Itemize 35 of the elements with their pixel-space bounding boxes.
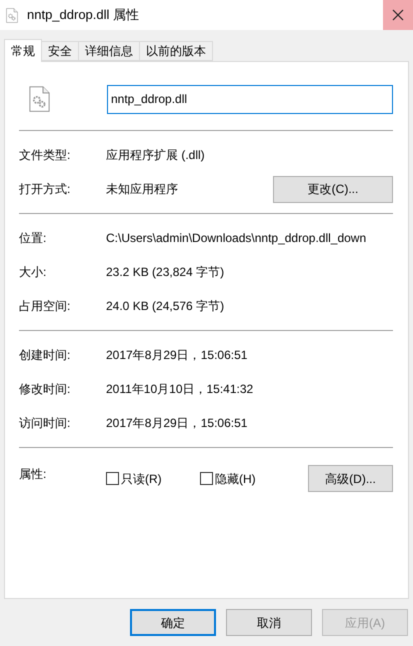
checkbox[interactable] (106, 472, 119, 485)
close-button[interactable] (383, 0, 413, 30)
advanced-button[interactable]: 高级(D)... (308, 465, 393, 492)
dialog-button[interactable]: 确定 (130, 609, 216, 636)
field-label: 访问时间: (19, 415, 72, 432)
field-label: 创建时间: (19, 347, 72, 364)
tab[interactable]: 常规 (4, 39, 42, 62)
field-value: 应用程序扩展 (.dll) (106, 147, 205, 164)
field-label: 属性: (19, 466, 48, 483)
field-value: 2011年10月10日，15:41:32 (106, 381, 254, 398)
field-value: 2017年8月29日，15:06:51 (106, 415, 248, 432)
field-value: 24.0 KB (24,576 字节) (106, 298, 224, 315)
file-icon (6, 8, 18, 22)
field-value: 2017年8月29日，15:06:51 (106, 347, 248, 364)
checkbox-label: 隐藏(H) (215, 470, 256, 488)
field-label: 占用空间: (19, 298, 72, 315)
tab[interactable]: 详细信息 (78, 41, 140, 61)
checkbox[interactable] (200, 472, 213, 485)
field-label: 大小: (19, 264, 48, 281)
file-icon (29, 85, 50, 113)
field-label: 修改时间: (19, 381, 72, 398)
field-value: C:\Users\admin\Downloads\nntp_ddrop.dll_down (106, 230, 366, 247)
window-title: nntp_ddrop.dll 属性 (27, 6, 140, 24)
tab[interactable]: 安全 (41, 41, 79, 61)
close-icon (392, 9, 404, 21)
field-label: 位置: (19, 230, 48, 247)
field-label: 打开方式: (19, 181, 72, 198)
field-value: 未知应用程序 (106, 181, 178, 198)
field-label: 文件类型: (19, 147, 72, 164)
field-value: 23.2 KB (23,824 字节) (106, 264, 224, 281)
checkbox-label: 只读(R) (121, 470, 162, 488)
dialog-button[interactable]: 取消 (226, 609, 312, 636)
change-button[interactable]: 更改(C)... (273, 176, 393, 202)
tab[interactable]: 以前的版本 (139, 41, 213, 61)
file-name-field[interactable]: nntp_ddrop.dll (107, 84, 393, 114)
